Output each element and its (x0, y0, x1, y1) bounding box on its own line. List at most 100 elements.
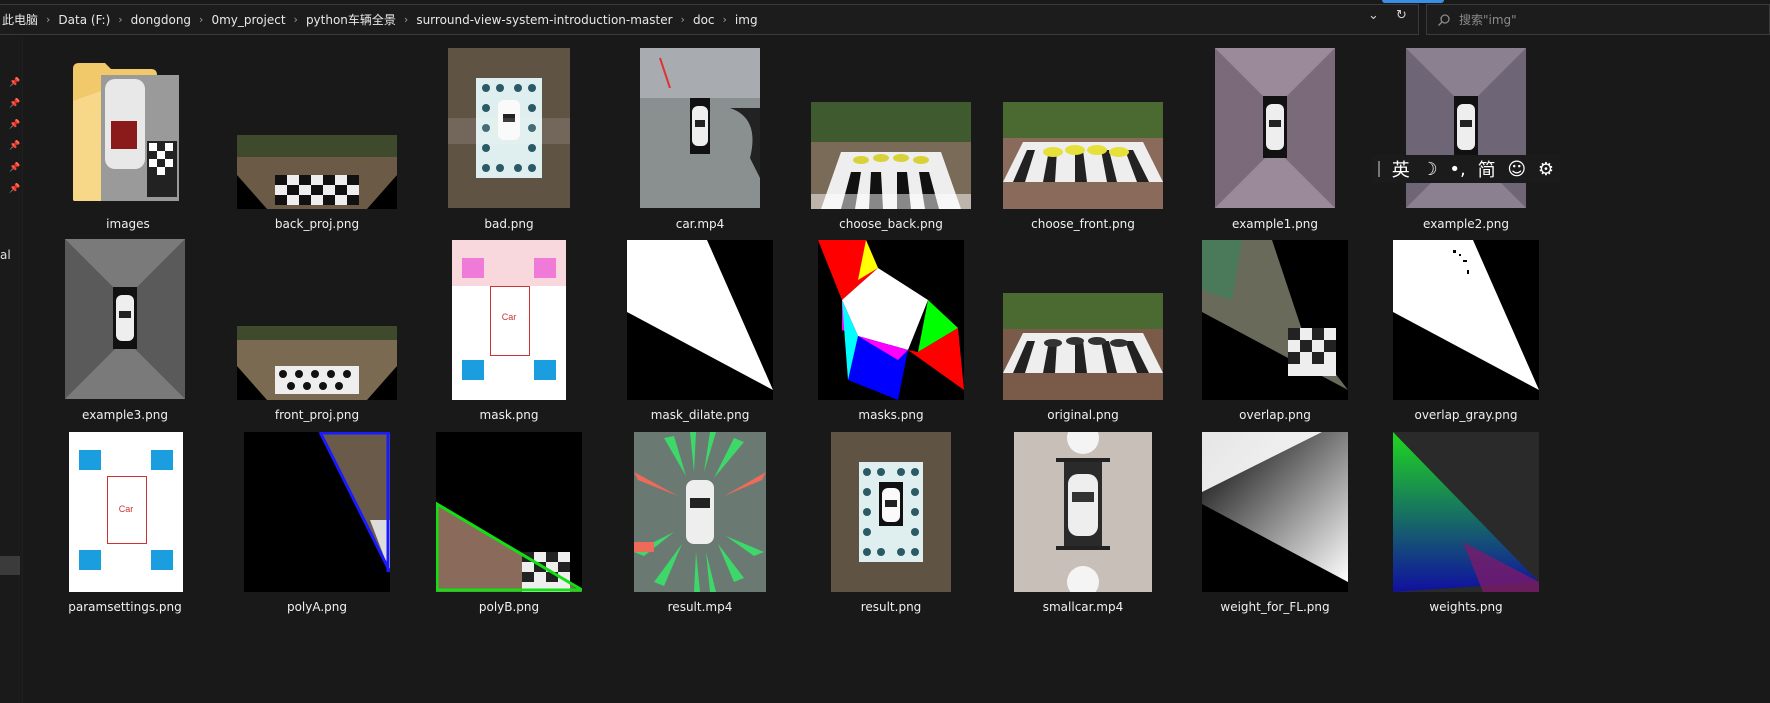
file-name: paramsettings.png (68, 600, 182, 614)
file-name: car.mp4 (675, 217, 725, 231)
window-accent (1382, 0, 1444, 3)
file-name: example3.png (82, 408, 168, 422)
pin-icon: 📌 (9, 141, 21, 151)
breadcrumb-surround-view[interactable]: surround-view-system-introduction-master (414, 13, 674, 27)
file-item-polyB[interactable]: polyB.png (414, 426, 604, 616)
pin-icon: 📌 (9, 99, 21, 109)
nav-selected-item[interactable] (0, 556, 20, 575)
image-thumbnail (1003, 293, 1163, 400)
chevron-right-icon[interactable]: › (193, 13, 209, 26)
file-item-bad[interactable]: bad.png (414, 43, 604, 233)
file-item-overlap[interactable]: overlap.png (1180, 234, 1370, 424)
video-thumbnail (634, 432, 766, 592)
image-thumbnail (436, 432, 582, 592)
breadcrumb-python-car[interactable]: python车辆全景 (304, 11, 398, 28)
ime-drag-handle[interactable] (1377, 161, 1380, 177)
file-item-mask-dilate[interactable]: mask_dilate.png (605, 234, 795, 424)
file-item-choose-back[interactable]: choose_back.png (796, 43, 986, 233)
file-name: result.mp4 (667, 600, 733, 614)
file-name: choose_back.png (839, 217, 943, 231)
ime-toolbar[interactable]: 英 ☽ •, 简 ☺ ⚙ (1372, 155, 1560, 183)
address-bar-area: 此电脑 › Data (F:) › dongdong › 0my_project › p… (0, 0, 1770, 36)
punctuation-icon[interactable]: •, (1449, 159, 1465, 180)
breadcrumb-img[interactable]: img (733, 13, 760, 27)
file-item-example2[interactable]: example2.png (1371, 43, 1561, 233)
image-thumbnail (818, 240, 964, 400)
file-name: example1.png (1232, 217, 1318, 231)
file-item-polyA[interactable]: polyA.png (222, 426, 412, 616)
search-box[interactable]: 搜索"img" (1426, 4, 1770, 35)
file-name: polyB.png (478, 600, 540, 614)
file-item-front-proj[interactable]: front_proj.png (222, 234, 412, 424)
file-item-smallcar-mp4[interactable]: smallcar.mp4 (988, 426, 1178, 616)
file-name: overlap_gray.png (1414, 408, 1518, 422)
file-item-result[interactable]: result.png (796, 426, 986, 616)
file-item-masks[interactable]: masks.png (796, 234, 986, 424)
chevron-right-icon[interactable]: › (717, 13, 733, 26)
pin-icon: 📌 (9, 120, 21, 130)
file-item-overlap-gray[interactable]: overlap_gray.png (1371, 234, 1561, 424)
thumbnail-car-label: Car (118, 504, 134, 514)
image-thumbnail (1215, 48, 1335, 208)
gear-icon[interactable]: ⚙ (1538, 159, 1554, 180)
file-name: choose_front.png (1031, 217, 1135, 231)
image-thumbnail: Car (452, 240, 566, 400)
file-item-example1[interactable]: example1.png (1180, 43, 1370, 233)
file-name: overlap.png (1239, 408, 1311, 422)
file-name: bad.png (484, 217, 534, 231)
video-thumbnail (1014, 432, 1152, 592)
file-item-images[interactable]: images (33, 43, 223, 233)
file-item-back-proj[interactable]: back_proj.png (222, 43, 412, 233)
file-name: polyA.png (286, 600, 348, 614)
file-name: original.png (1047, 408, 1119, 422)
file-item-paramsettings[interactable]: Car paramsettings.png (30, 426, 220, 616)
chevron-right-icon[interactable]: › (288, 13, 304, 26)
image-thumbnail (244, 432, 390, 592)
breadcrumb-doc[interactable]: doc (691, 13, 717, 27)
file-item-original[interactable]: original.png (988, 234, 1178, 424)
file-item-result-mp4[interactable]: result.mp4 (605, 426, 795, 616)
address-bar[interactable]: 此电脑 › Data (F:) › dongdong › 0my_project › p… (0, 4, 1419, 35)
file-item-weights[interactable]: weights.png (1371, 426, 1561, 616)
image-thumbnail (237, 135, 397, 209)
image-thumbnail (1393, 432, 1539, 592)
file-item-mask[interactable]: Car mask.png (414, 234, 604, 424)
chevron-right-icon[interactable]: › (675, 13, 691, 26)
file-item-choose-front[interactable]: choose_front.png (988, 43, 1178, 233)
chevron-down-icon[interactable]: ⌄ (1368, 8, 1379, 23)
file-name: example2.png (1423, 217, 1509, 231)
nav-item-partial[interactable]: al (0, 248, 11, 262)
ime-script-toggle[interactable]: 简 (1478, 156, 1496, 182)
file-name: front_proj.png (274, 408, 360, 422)
pane-divider[interactable] (22, 36, 23, 703)
chevron-right-icon[interactable]: › (398, 13, 414, 26)
file-name: weights.png (1429, 600, 1503, 614)
navigation-pane[interactable]: 📌 📌 📌 📌 📌 📌 al (0, 36, 22, 703)
pin-icon: 📌 (9, 163, 21, 173)
file-name: smallcar.mp4 (1042, 600, 1124, 614)
ime-language-toggle[interactable]: 英 (1392, 156, 1410, 182)
image-thumbnail (448, 48, 570, 208)
search-input[interactable]: 搜索"img" (1459, 11, 1517, 28)
image-thumbnail (237, 326, 397, 400)
breadcrumb-this-pc[interactable]: 此电脑 (0, 11, 40, 28)
file-name: back_proj.png (274, 217, 360, 231)
file-item-car-mp4[interactable]: car.mp4 (605, 43, 795, 233)
chevron-right-icon[interactable]: › (40, 13, 56, 26)
file-item-example3[interactable]: example3.png (30, 234, 220, 424)
breadcrumb-0my-project[interactable]: 0my_project (209, 13, 287, 27)
file-name: masks.png (858, 408, 924, 422)
image-thumbnail (1406, 48, 1526, 208)
breadcrumb-drive[interactable]: Data (F:) (56, 13, 112, 27)
video-thumbnail (640, 48, 760, 208)
image-thumbnail (627, 240, 773, 400)
file-name: result.png (860, 600, 922, 614)
refresh-icon[interactable]: ↻ (1396, 8, 1407, 23)
emoji-icon[interactable]: ☺ (1507, 159, 1526, 180)
breadcrumb-dongdong[interactable]: dongdong (129, 13, 193, 27)
image-thumbnail (1202, 432, 1348, 592)
file-item-weight-for-fl[interactable]: weight_for_FL.png (1180, 426, 1370, 616)
chevron-right-icon[interactable]: › (112, 13, 128, 26)
search-icon (1438, 13, 1450, 26)
moon-icon[interactable]: ☽ (1421, 159, 1437, 180)
